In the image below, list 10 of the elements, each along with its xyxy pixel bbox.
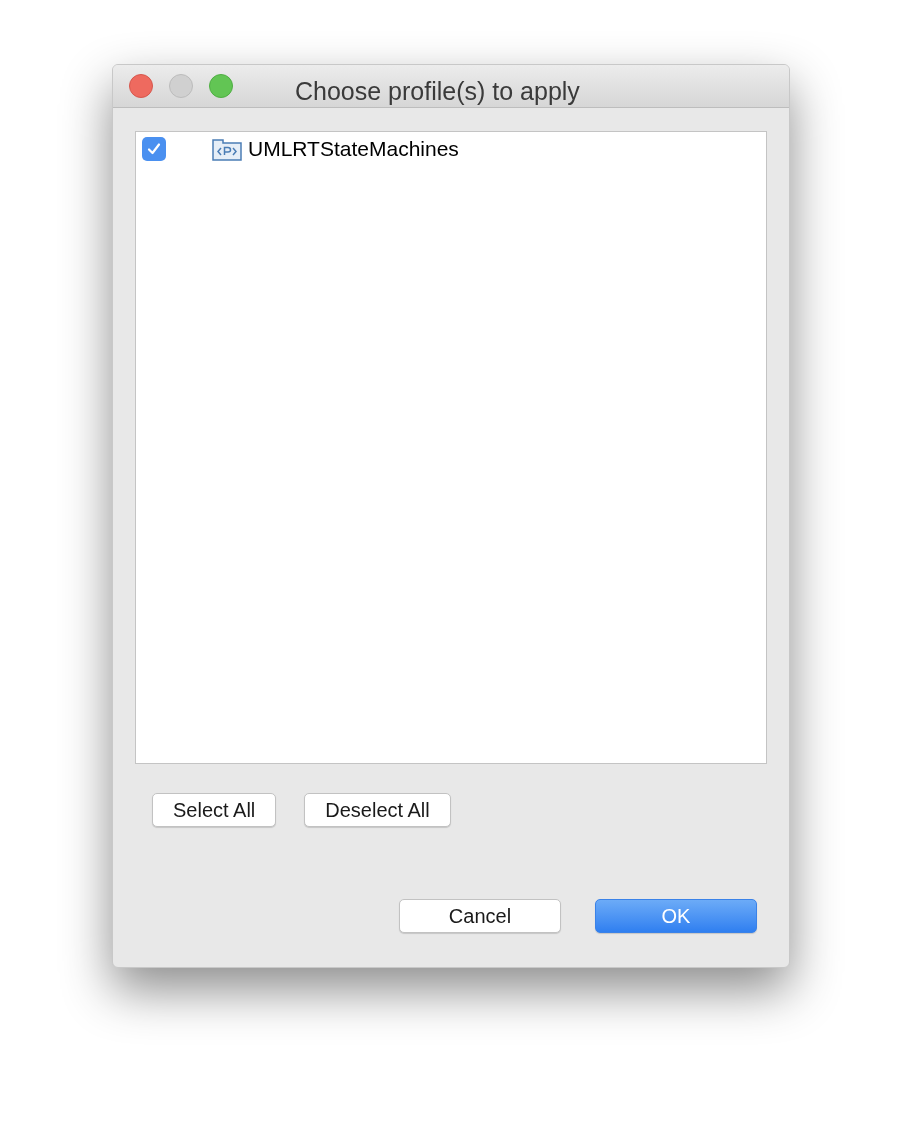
checkmark-icon (146, 141, 162, 157)
close-button[interactable] (129, 74, 153, 98)
dialog-button[interactable]: Cancel (399, 899, 561, 933)
selection-button[interactable]: Select All (152, 793, 277, 827)
window-title: Choose profile(s) to apply (295, 76, 580, 107)
selection-button[interactable]: Deselect All (304, 793, 451, 827)
profile-label[interactable]: UMLRTStateMachines (248, 133, 459, 165)
profile-package-icon (212, 137, 242, 161)
zoom-button[interactable] (209, 74, 233, 98)
checkbox[interactable] (142, 137, 166, 161)
